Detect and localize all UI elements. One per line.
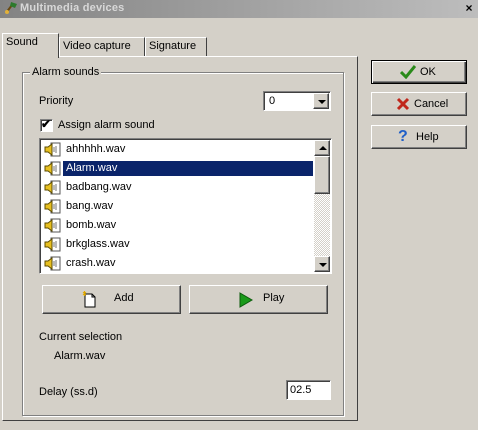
chevron-down-icon — [319, 263, 327, 267]
new-document-icon — [82, 291, 96, 308]
check-icon — [400, 65, 416, 79]
speaker-file-icon — [44, 218, 61, 233]
help-button[interactable]: ? Help — [371, 125, 467, 149]
priority-dropdown-button[interactable] — [313, 93, 329, 109]
help-button-label: Help — [416, 131, 439, 143]
list-item[interactable]: ahhhhh.wav — [42, 141, 314, 158]
list-item[interactable]: bomb.wav — [42, 217, 314, 234]
group-label: Alarm sounds — [30, 66, 102, 78]
chevron-up-icon — [319, 146, 327, 150]
cancel-button-label: Cancel — [414, 98, 449, 110]
speaker-file-icon — [44, 161, 61, 176]
tab-label: Video capture — [63, 40, 131, 52]
tab-sound[interactable]: Sound — [2, 33, 59, 58]
list-item-label: Alarm.wav — [63, 161, 313, 176]
list-item[interactable]: brkglass.wav — [42, 236, 314, 253]
list-item-label: bomb.wav — [66, 219, 117, 231]
delay-label: Delay (ss.d) — [39, 386, 98, 398]
ok-button-label: OK — [420, 66, 436, 78]
add-button-label: Add — [114, 292, 134, 304]
list-item-label: ahhhhh.wav — [66, 143, 126, 155]
list-scrollbar[interactable] — [314, 140, 330, 272]
current-selection-value: Alarm.wav — [54, 350, 106, 362]
priority-label: Priority — [39, 95, 74, 107]
cancel-button[interactable]: Cancel — [371, 92, 467, 116]
speaker-file-icon — [44, 237, 61, 252]
delay-field[interactable]: 02.5 — [286, 380, 331, 400]
priority-select[interactable]: 0 — [263, 91, 331, 111]
delay-value: 02.5 — [290, 384, 312, 396]
list-item-label: badbang.wav — [66, 181, 132, 193]
tab-label: Sound — [6, 36, 38, 48]
speaker-file-icon — [44, 142, 61, 157]
assign-alarm-label: Assign alarm sound — [58, 119, 155, 131]
title-bar[interactable]: Multimedia devices × — [0, 0, 478, 18]
check-icon: ✔ — [41, 117, 52, 131]
list-item-label: bang.wav — [66, 200, 114, 212]
sound-file-list[interactable]: ahhhhh.wav Alarm.wav badbang.wav bang.wav bo… — [39, 138, 332, 274]
play-button[interactable]: Play — [189, 285, 328, 314]
window-title: Multimedia devices — [20, 2, 125, 14]
play-icon — [239, 292, 253, 308]
multimedia-app-icon — [5, 2, 17, 14]
priority-value: 0 — [269, 95, 276, 107]
list-item-label: crash.wav — [66, 257, 116, 269]
current-selection-label: Current selection — [39, 331, 123, 343]
tab-video-capture[interactable]: Video capture — [59, 37, 145, 57]
list-item-label: brkglass.wav — [66, 238, 130, 250]
list-item[interactable]: crash.wav — [42, 255, 314, 272]
chevron-down-icon — [318, 100, 326, 104]
scroll-thumb[interactable] — [314, 156, 330, 194]
speaker-file-icon — [44, 256, 61, 271]
assign-alarm-checkbox[interactable]: ✔ — [40, 117, 53, 132]
tab-label: Signature — [149, 40, 197, 52]
play-button-label: Play — [263, 292, 285, 304]
add-button[interactable]: Add — [42, 285, 181, 314]
help-icon: ? — [398, 128, 408, 145]
tab-signature[interactable]: Signature — [145, 37, 207, 57]
scroll-down-button[interactable] — [314, 256, 330, 272]
close-icon[interactable]: × — [462, 1, 476, 15]
list-item[interactable]: Alarm.wav — [42, 160, 314, 177]
speaker-file-icon — [44, 180, 61, 195]
list-item[interactable]: badbang.wav — [42, 179, 314, 196]
scroll-up-button[interactable] — [314, 140, 330, 156]
speaker-file-icon — [44, 199, 61, 214]
list-item[interactable]: bang.wav — [42, 198, 314, 215]
ok-button[interactable]: OK — [371, 60, 467, 84]
close-icon — [396, 97, 410, 111]
